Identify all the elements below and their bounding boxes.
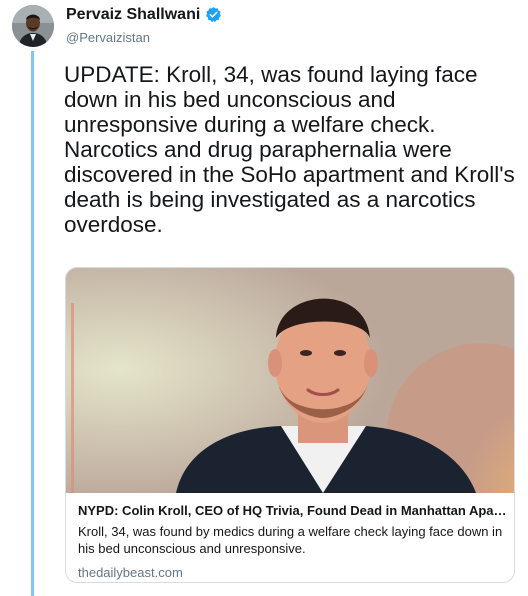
card-body: NYPD: Colin Kroll, CEO of HQ Trivia, Fou… [78,502,508,581]
card-title[interactable]: NYPD: Colin Kroll, CEO of HQ Trivia, Fou… [78,502,508,519]
tweet-text: UPDATE: Kroll, 34, was found laying face… [64,62,515,237]
author-handle[interactable]: @Pervaizistan [66,30,150,45]
avatar-image [12,5,54,47]
card-domain[interactable]: thedailybeast.com [78,564,508,581]
author-name[interactable]: Pervaiz Shallwani [66,6,200,24]
link-card[interactable]: NYPD: Colin Kroll, CEO of HQ Trivia, Fou… [65,267,515,583]
avatar[interactable] [12,5,54,47]
card-photo [66,268,514,493]
thread-line [31,51,34,596]
card-description: Kroll, 34, was found by medics during a … [78,524,503,556]
card-image [66,268,514,493]
verified-badge-icon [206,7,221,23]
